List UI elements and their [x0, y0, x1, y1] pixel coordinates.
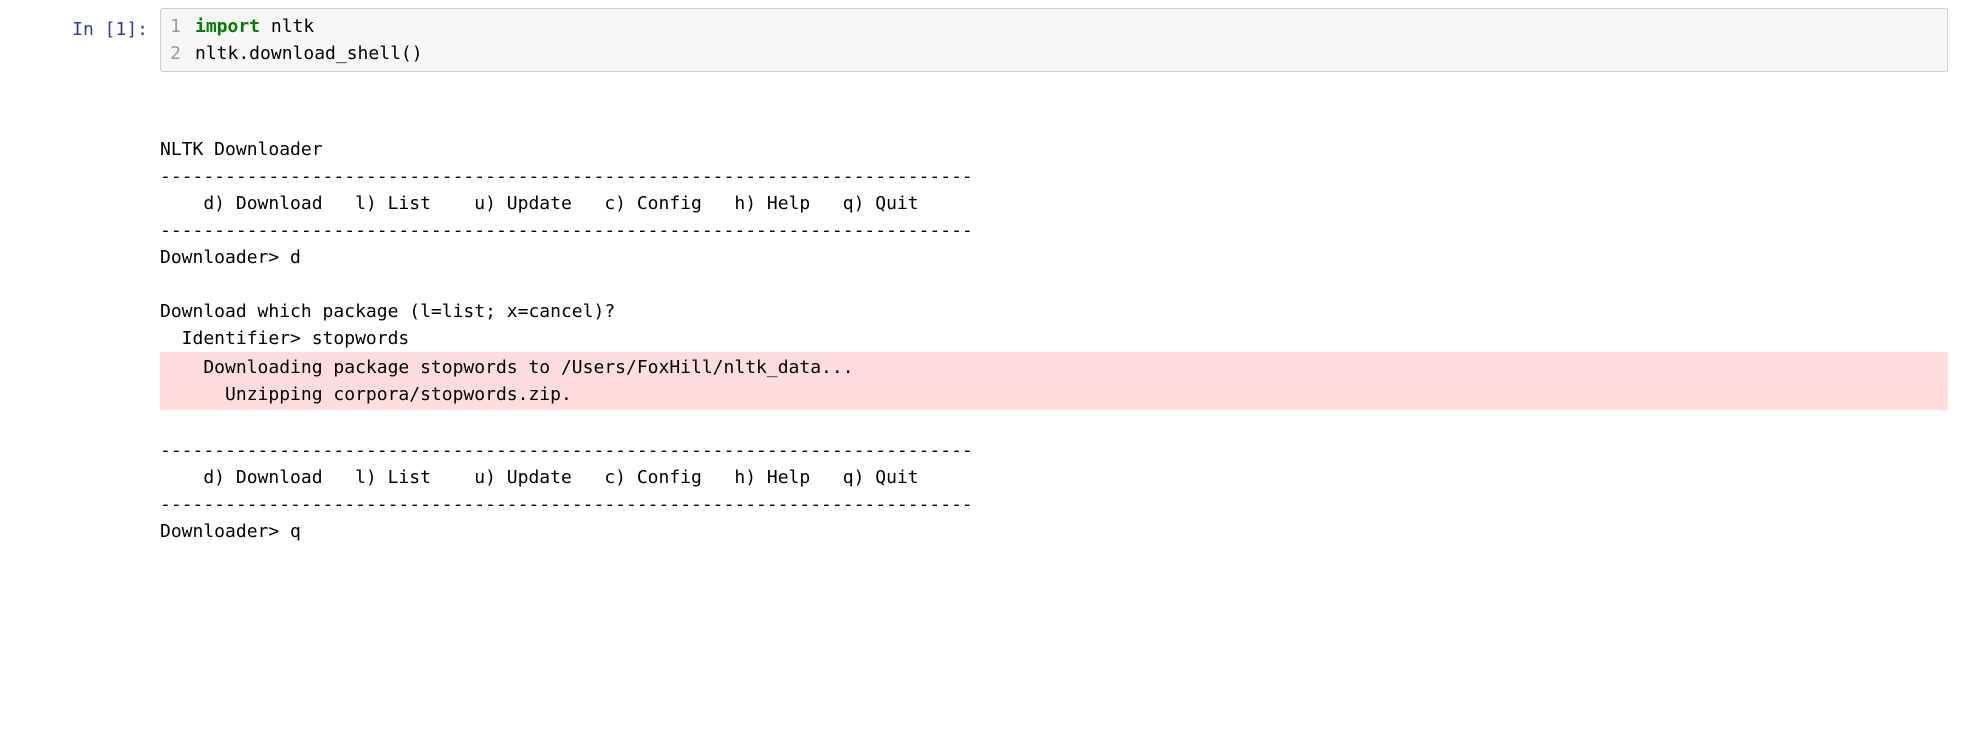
code-content[interactable]: import nltk — [195, 13, 1941, 40]
output-line: Identifier> stopwords — [160, 325, 1948, 352]
output-line: ----------------------------------------… — [160, 163, 1948, 190]
output-line: Downloader> q — [160, 518, 1948, 545]
output-line: Unzipping corpora/stopwords.zip. — [160, 381, 1948, 408]
output-line: Downloader> d — [160, 244, 1948, 271]
output-line: Download which package (l=list; x=cancel… — [160, 298, 1948, 325]
input-prompt: In [1]: — [0, 8, 160, 43]
output-line: ----------------------------------------… — [160, 491, 1948, 518]
line-number: 1 — [167, 13, 195, 40]
output-line — [160, 410, 1948, 437]
output-line — [160, 271, 1948, 298]
output-line: ----------------------------------------… — [160, 217, 1948, 244]
output-line: Downloading package stopwords to /Users/… — [160, 354, 1948, 381]
code-input-area[interactable]: 1import nltk2nltk.download_shell() — [160, 8, 1948, 72]
output-line: d) Download l) List u) Update c) Config … — [160, 464, 1948, 491]
output-line: d) Download l) List u) Update c) Config … — [160, 190, 1948, 217]
stderr-block: Downloading package stopwords to /Users/… — [160, 352, 1948, 410]
output-line: ----------------------------------------… — [160, 437, 1948, 464]
output-cell: NLTK Downloader-------------------------… — [0, 82, 1978, 545]
prompt-label: In [1]: — [72, 19, 148, 40]
line-number: 2 — [167, 40, 195, 67]
output-line: NLTK Downloader — [160, 136, 1948, 163]
code-content[interactable]: nltk.download_shell() — [195, 40, 1941, 67]
code-cell: In [1]: 1import nltk2nltk.download_shell… — [0, 8, 1978, 72]
output-area: NLTK Downloader-------------------------… — [160, 82, 1948, 545]
code-line[interactable]: 1import nltk — [161, 13, 1947, 40]
code-line[interactable]: 2nltk.download_shell() — [161, 40, 1947, 67]
